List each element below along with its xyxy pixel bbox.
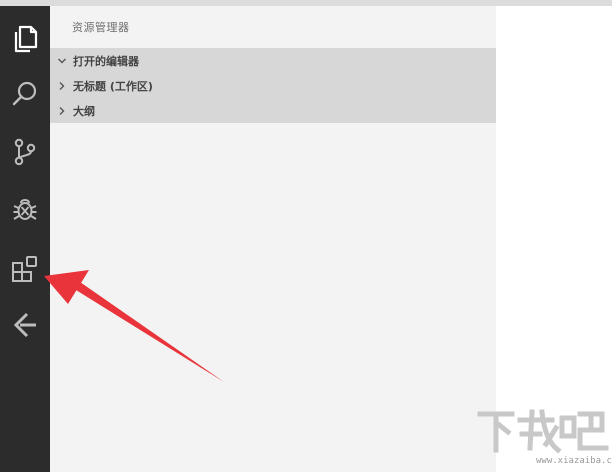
chevron-down-icon: [57, 56, 67, 66]
activity-source-control[interactable]: [0, 127, 50, 177]
chevron-right-icon: [57, 81, 67, 91]
activity-extensions[interactable]: [0, 244, 50, 294]
search-icon: [12, 81, 37, 106]
section-open-editors[interactable]: 打开的编辑器: [50, 48, 496, 73]
source-control-icon: [14, 138, 36, 166]
activity-debug[interactable]: [0, 184, 50, 234]
editor-area: [496, 6, 612, 472]
watermark-logo: www.xiazaiba.com: [470, 404, 612, 472]
activity-search[interactable]: [0, 69, 50, 119]
debug-icon: [13, 199, 37, 220]
section-label: 无标题 (工作区): [73, 79, 153, 93]
remote-icon: [13, 312, 36, 338]
files-icon: [14, 25, 38, 53]
watermark-url: www.xiazaiba.com: [536, 456, 612, 466]
chevron-right-icon: [57, 106, 67, 116]
section-label: 大纲: [73, 104, 95, 118]
explorer-sidebar: 资源管理器 打开的编辑器 无标题 (工作区) 大纲: [50, 6, 496, 472]
activity-remote[interactable]: [0, 300, 50, 350]
activity-bar: [0, 6, 50, 472]
extensions-icon: [12, 256, 37, 282]
activity-explorer[interactable]: [0, 14, 50, 64]
section-workspace[interactable]: 无标题 (工作区): [50, 73, 496, 98]
sidebar-title: 资源管理器: [72, 21, 130, 34]
section-outline[interactable]: 大纲: [50, 98, 496, 123]
section-label: 打开的编辑器: [73, 54, 139, 68]
